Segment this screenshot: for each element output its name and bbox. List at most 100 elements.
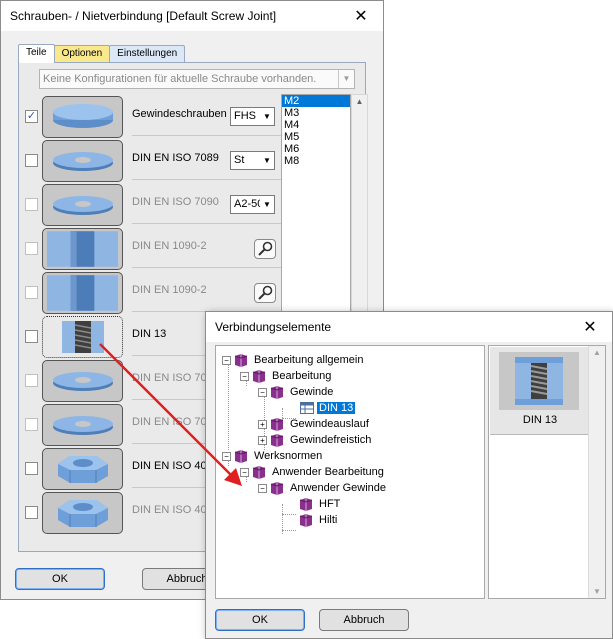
popup-window-title: Verbindungselemente bbox=[215, 320, 332, 334]
size-item-m6[interactable]: M6 bbox=[282, 143, 350, 155]
bore-hole-icon bbox=[46, 231, 119, 267]
chevron-down-icon[interactable]: ▼ bbox=[338, 70, 354, 88]
tree-node-bearbeitung[interactable]: − Bearbeitung bbox=[240, 368, 333, 384]
type-select[interactable]: FHS ▼ bbox=[230, 107, 275, 126]
tab-einstellungen[interactable]: Einstellungen bbox=[109, 45, 186, 62]
size-item-m2[interactable]: M2 bbox=[282, 95, 350, 107]
configuration-combo[interactable]: Keine Konfigurationen für aktuelle Schra… bbox=[39, 69, 355, 89]
chevron-down-icon[interactable]: ▼ bbox=[260, 108, 274, 125]
tree-node-gewinde[interactable]: − Gewinde bbox=[258, 384, 335, 400]
part-row-washer-7089: DIN EN ISO 7089 St ▼ bbox=[19, 139, 281, 183]
part-row-bore-2: DIN EN 1090-2 bbox=[19, 271, 281, 315]
collapse-icon[interactable]: − bbox=[240, 467, 249, 477]
tab-bar: Teile Optionen Einstellungen bbox=[18, 44, 186, 63]
settings-button[interactable] bbox=[254, 283, 276, 303]
type-select-value: FHS bbox=[234, 110, 256, 122]
part-thumbnail[interactable] bbox=[42, 184, 123, 226]
part-thumbnail[interactable] bbox=[42, 228, 123, 270]
part-checkbox[interactable] bbox=[25, 198, 38, 211]
part-thumbnail[interactable] bbox=[42, 448, 123, 490]
scroll-up-icon[interactable]: ▲ bbox=[352, 97, 367, 106]
element-tree[interactable]: − Bearbeitung allgemein − Bearbeitung − … bbox=[215, 345, 485, 599]
scroll-down-icon[interactable]: ▼ bbox=[589, 587, 605, 596]
part-checkbox[interactable] bbox=[25, 374, 38, 387]
tree-node-hilti[interactable]: Hilti bbox=[298, 512, 339, 528]
chevron-down-icon[interactable]: ▼ bbox=[260, 152, 274, 169]
preview-item-din13[interactable]: DIN 13 bbox=[490, 347, 590, 435]
part-checkbox[interactable] bbox=[25, 418, 38, 431]
material-select[interactable]: A2-50 ▼ bbox=[230, 195, 275, 214]
chevron-down-icon[interactable]: ▼ bbox=[260, 196, 274, 213]
size-item-m5[interactable]: M5 bbox=[282, 131, 350, 143]
popup-cancel-button[interactable]: Abbruch bbox=[319, 609, 409, 631]
material-select[interactable]: St ▼ bbox=[230, 151, 275, 170]
size-item-m8[interactable]: M8 bbox=[282, 155, 350, 167]
material-select-value: A2-50 bbox=[234, 198, 264, 210]
tree-node-label: HFT bbox=[319, 498, 341, 510]
part-thumbnail[interactable] bbox=[42, 360, 123, 402]
part-thumbnail[interactable] bbox=[42, 404, 123, 446]
tree-line bbox=[228, 360, 229, 450]
part-checkbox[interactable] bbox=[25, 154, 38, 167]
part-label: DIN EN ISO 7089 bbox=[132, 152, 219, 164]
collapse-icon[interactable]: − bbox=[222, 355, 231, 365]
part-label: DIN EN 1090-2 bbox=[132, 240, 207, 252]
tree-node-label: Anwender Bearbeitung bbox=[272, 466, 384, 478]
tree-node-hft[interactable]: HFT bbox=[298, 496, 342, 512]
part-checkbox[interactable] bbox=[25, 506, 38, 519]
cheese-head-screw-icon bbox=[52, 104, 113, 128]
part-label: DIN EN ISO 403 bbox=[132, 460, 213, 472]
tree-node-label: Bearbeitung bbox=[272, 370, 332, 382]
part-thumbnail[interactable] bbox=[42, 272, 123, 314]
part-thumbnail[interactable] bbox=[42, 140, 123, 182]
scroll-up-icon[interactable]: ▲ bbox=[589, 348, 605, 357]
part-thumbnail[interactable] bbox=[42, 316, 123, 358]
size-item-m3[interactable]: M3 bbox=[282, 107, 350, 119]
part-checkbox[interactable] bbox=[25, 242, 38, 255]
part-label: DIN EN ISO 7090 bbox=[132, 196, 219, 208]
tree-node-gewindeauslauf[interactable]: + Gewindeauslauf bbox=[258, 416, 371, 432]
tree-node-din13[interactable]: DIN 13 bbox=[300, 400, 356, 416]
washer-icon bbox=[52, 152, 113, 171]
washer-icon bbox=[52, 416, 113, 435]
tree-node-anwender-bearbeitung[interactable]: − Anwender Bearbeitung bbox=[240, 464, 386, 480]
material-select-value: St bbox=[234, 154, 245, 166]
configuration-combo-text: Keine Konfigurationen für aktuelle Schra… bbox=[43, 73, 317, 85]
bore-hole-icon bbox=[46, 275, 119, 311]
part-checkbox[interactable] bbox=[25, 462, 38, 475]
size-item-m4[interactable]: M4 bbox=[282, 119, 350, 131]
book-icon bbox=[252, 370, 266, 383]
tab-teile[interactable]: Teile bbox=[18, 44, 55, 63]
tree-node-anwender-gewinde[interactable]: − Anwender Gewinde bbox=[258, 480, 388, 496]
tree-node-werksnormen[interactable]: − Werksnormen bbox=[222, 448, 324, 464]
tree-node-bearbeitung-allgemein[interactable]: − Bearbeitung allgemein bbox=[222, 352, 365, 368]
ok-button[interactable]: OK bbox=[15, 568, 105, 590]
popup-ok-button[interactable]: OK bbox=[215, 609, 305, 631]
popup-titlebar[interactable]: Verbindungselemente ✕ bbox=[206, 312, 612, 342]
tree-node-gewindefreistich[interactable]: + Gewindefreistich bbox=[258, 432, 373, 448]
part-thumbnail[interactable] bbox=[42, 492, 123, 534]
settings-button[interactable] bbox=[254, 239, 276, 259]
connection-elements-window: Verbindungselemente ✕ − Bearbeitung allg… bbox=[205, 311, 613, 639]
book-icon bbox=[270, 482, 284, 495]
part-checkbox[interactable] bbox=[25, 330, 38, 343]
main-close-button[interactable]: ✕ bbox=[339, 1, 383, 31]
wrench-icon bbox=[258, 285, 273, 300]
main-titlebar[interactable]: Schrauben- / Nietverbindung [Default Scr… bbox=[1, 1, 383, 31]
part-checkbox[interactable] bbox=[25, 286, 38, 299]
collapse-icon[interactable]: − bbox=[240, 371, 249, 381]
collapse-icon[interactable]: − bbox=[222, 451, 231, 461]
expand-icon[interactable]: + bbox=[258, 419, 267, 429]
tab-optionen[interactable]: Optionen bbox=[53, 45, 111, 62]
expand-icon[interactable]: + bbox=[258, 435, 267, 445]
collapse-icon[interactable]: − bbox=[258, 483, 267, 493]
part-thumbnail[interactable] bbox=[42, 96, 123, 138]
tree-node-label: Gewindefreistich bbox=[290, 434, 372, 446]
row-divider bbox=[132, 135, 281, 136]
part-label: DIN 13 bbox=[132, 328, 167, 340]
part-checkbox[interactable]: ✓ bbox=[25, 110, 38, 123]
collapse-icon[interactable]: − bbox=[258, 387, 267, 397]
popup-close-button[interactable]: ✕ bbox=[568, 312, 612, 342]
row-divider bbox=[132, 223, 281, 224]
preview-scrollbar[interactable]: ▲ ▼ bbox=[588, 346, 605, 598]
